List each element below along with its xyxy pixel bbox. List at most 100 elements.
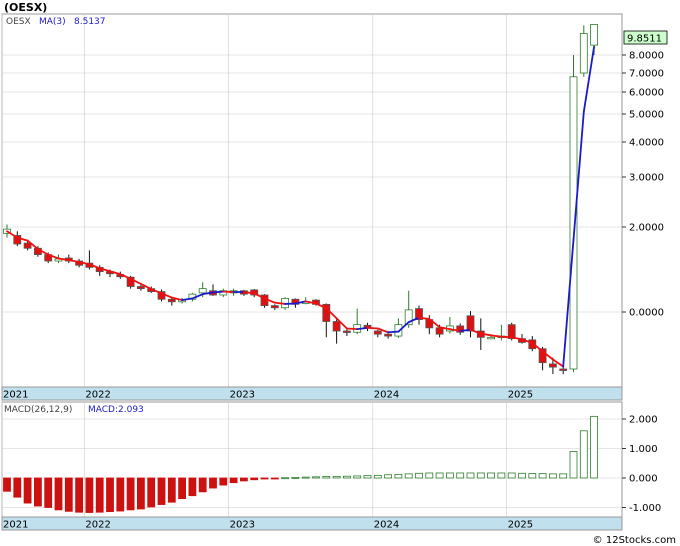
ma-segment [356,326,369,331]
macd-bar-negative [126,477,135,511]
stock-chart: 8.0000 7.0000 6.0000 5.0000 4.0000 3.0000 2.00… [1,1,676,546]
macd-bar-negative [54,477,63,511]
macd-bar-negative [198,477,207,493]
ma-segment [212,290,225,294]
macd-bar-positive [415,472,423,479]
ma-segment [490,334,503,338]
macd-bar-positive [425,472,434,479]
price-x-tick-label: 2025 [508,390,533,401]
macd-bar-positive [342,475,351,479]
macd-bar-positive [332,476,341,479]
macd-x-tick-label: 2024 [374,520,399,531]
price-tick-label: 5.0000 [629,110,664,121]
candle-up [198,288,207,294]
price-x-tick-label: 2023 [230,390,255,401]
price-tick-label: 3.0000 [629,173,664,184]
macd-tick-label: 1.000 [629,444,658,455]
legend-ma-value: 8.5137 [74,17,106,27]
last-price-label: 9.8511 [627,34,662,45]
price-x-tick-label: 2022 [85,390,110,401]
macd-bar-positive [497,472,506,479]
macd-bar-positive [301,476,310,479]
candle-down [23,242,32,249]
macd-x-tick-label: 2023 [230,520,255,531]
candle-up [569,76,578,370]
macd-bar-negative [116,477,125,512]
chart-title: (OESX) [4,1,47,14]
macd-bar-negative [75,477,83,513]
ma-segment [418,316,431,320]
macd-bar-positive [590,415,598,479]
macd-bar-negative [229,477,238,484]
candle-down [363,324,372,328]
price-tick-label: 0.0000 [629,308,664,319]
macd-bar-negative [85,477,94,513]
candle-down [373,330,382,335]
price-axis-labels: 8.0000 7.0000 6.0000 5.0000 4.0000 3.0000 2.00… [622,51,664,319]
macd-bar-negative [209,477,217,489]
candle-down [136,286,145,290]
macd-legend-value: MACD:2.093 [88,405,144,415]
macd-bar-positive [569,451,578,479]
macd-bar-positive [312,476,320,479]
macd-x-tick-label: 2021 [3,520,28,531]
macd-bar-negative [64,477,73,512]
ma-segment [273,301,287,305]
candle-down [549,363,557,368]
macd-bar-negative [167,477,176,503]
macd-tick-label: 2.000 [629,415,658,426]
macd-bar-negative [106,477,114,513]
price-tick-label: 2.0000 [629,223,664,234]
macd-bar-negative [3,477,11,492]
candle-down [270,305,279,309]
macd-bar-positive [466,472,475,479]
macd-bar-positive [528,473,537,479]
candle-up [579,33,588,74]
price-tick-label: 8.0000 [629,51,664,62]
ma-segment [366,326,379,330]
macd-bar-negative [44,477,53,508]
macd-bar-positive [445,472,454,479]
macd-bar-negative [13,477,22,498]
macd-bar-positive [281,477,290,480]
price-x-tick-label: 2021 [3,390,28,401]
macd-tick-label: 0.000 [629,474,658,485]
macd-bar-positive [549,473,557,479]
macd-bar-positive [435,472,444,479]
macd-bar-positive [487,472,496,479]
candle-down [167,298,176,303]
candle-up [590,24,598,46]
macd-bar-negative [178,477,187,500]
macd-bar-positive [559,473,568,479]
candle-down [342,330,351,333]
macd-bar-negative [188,477,197,497]
price-tick-label: 6.0000 [629,88,664,99]
macd-axis-labels: 2.000 1.000 0.000 -1.000 [622,415,661,514]
price-x-tick-label: 2024 [374,390,399,401]
macd-bar-positive [394,474,403,479]
macd-bar-negative [239,477,248,482]
macd-bar-positive [507,472,516,479]
macd-x-tick-label: 2025 [508,520,533,531]
macd-bar-negative [219,477,228,486]
macd-bar-positive [518,472,526,479]
macd-legend-label: MACD(26,12,9) [4,405,72,415]
ma-segment [345,327,359,331]
legend-ma-label: MA(3) [39,17,66,27]
macd-bar-positive [404,473,413,479]
macd-bar-negative [34,477,42,507]
macd-bar-negative [136,477,145,510]
price-tick-label: 7.0000 [629,69,664,80]
macd-bar-positive [363,475,372,479]
macd-bar-negative [147,477,156,508]
watermark: © 12Stocks.com [593,535,676,546]
macd-bar-negative [23,477,32,504]
macd-bar-positive [322,476,331,479]
macd-bar-negative [95,477,104,513]
candle-down [435,327,444,335]
macd-bar-negative [270,477,279,480]
ma-segment [242,291,256,295]
candle-down [559,368,568,371]
candle-down [384,333,393,337]
macd-bar-positive [291,477,300,479]
